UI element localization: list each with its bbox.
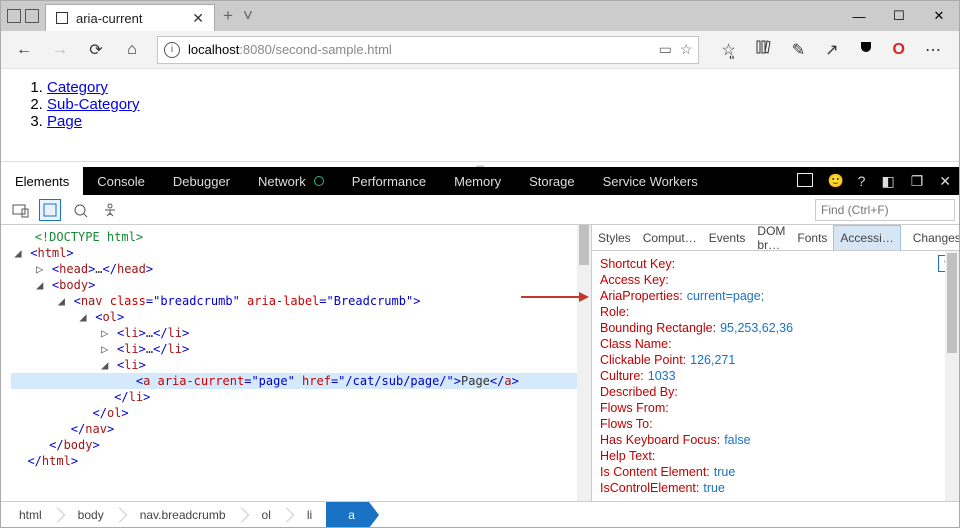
favorite-icon[interactable]: ☆ (680, 41, 693, 58)
crumb-nav[interactable]: nav.breadcrumb (118, 502, 240, 527)
address-box[interactable]: i localhost:8080/second-sample.html ▭ ☆ (157, 36, 699, 64)
side-tabs: Styles Comput… Events DOM br… Fonts Acce… (592, 225, 959, 251)
url-bar: ← → ⟳ ⌂ i localhost:8080/second-sample.h… (1, 31, 959, 69)
accessibility-tree-icon[interactable] (99, 199, 121, 221)
feedback-icon[interactable]: 🙂 (821, 173, 849, 189)
color-picker-icon[interactable] (69, 199, 91, 221)
browser-tab[interactable]: aria-current ✕ (45, 4, 215, 31)
devtab-network[interactable]: Network (244, 167, 338, 195)
dom-breadcrumb-bar: html body nav.breadcrumb ol li a (1, 501, 959, 527)
reading-list-icon[interactable] (756, 40, 772, 59)
site-info-icon[interactable]: i (164, 42, 180, 58)
window-maximize-button[interactable]: ☐ (879, 1, 919, 31)
side-tab-changes[interactable]: Changes (907, 225, 959, 250)
devtab-performance[interactable]: Performance (338, 167, 440, 195)
dom-tree-panel[interactable]: <!DOCTYPE html> ◢ <html> ▷ <head>…</head… (1, 225, 591, 501)
find-input[interactable]: Find (Ctrl+F) (815, 199, 955, 221)
page-link-page[interactable]: Page (47, 113, 82, 130)
devtab-service-workers[interactable]: Service Workers (589, 167, 712, 195)
devtab-memory[interactable]: Memory (440, 167, 515, 195)
side-tab-styles[interactable]: Styles (592, 225, 637, 250)
tab-chevron-icon[interactable]: ˅ (243, 6, 253, 26)
crumb-html[interactable]: html (1, 502, 56, 527)
side-tab-accessibility[interactable]: Accessi… (833, 225, 900, 250)
elements-toolbar: Find (Ctrl+F) (1, 195, 959, 225)
side-panel: Styles Comput… Events DOM br… Fonts Acce… (591, 225, 959, 501)
undock-icon[interactable]: ❐ (903, 173, 932, 190)
tab-title: aria-current (76, 11, 184, 26)
opera-icon[interactable]: O (893, 41, 905, 59)
accessibility-body[interactable]: ▾ Shortcut Key: Access Key: AriaProperti… (592, 251, 959, 501)
tabs-overview-icon[interactable] (7, 9, 21, 23)
side-tab-fonts[interactable]: Fonts (791, 225, 833, 250)
reading-view-icon[interactable]: ▭ (659, 41, 672, 58)
url-text: localhost:8080/second-sample.html (188, 42, 651, 57)
home-button[interactable]: ⌂ (117, 36, 147, 64)
crumb-body[interactable]: body (56, 502, 118, 527)
dock-icon[interactable]: ◧ (873, 173, 902, 190)
side-tab-computed[interactable]: Comput… (637, 225, 703, 250)
fav-list-icon[interactable]: ☆͈ (721, 40, 735, 60)
page-link-subcategory[interactable]: Sub-Category (47, 96, 140, 113)
crumb-a[interactable]: a (326, 502, 369, 527)
tab-close-icon[interactable]: ✕ (192, 10, 204, 27)
forward-button[interactable]: → (45, 36, 75, 64)
devtools-close-icon[interactable]: ✕ (931, 173, 959, 190)
select-element-icon[interactable] (39, 199, 61, 221)
devtab-debugger[interactable]: Debugger (159, 167, 244, 195)
dom-scrollbar[interactable] (577, 225, 591, 501)
console-pin-icon[interactable] (789, 173, 821, 190)
crumb-li[interactable]: li (285, 502, 326, 527)
device-emulation-icon[interactable] (9, 199, 31, 221)
window-close-button[interactable]: ✕ (919, 1, 959, 31)
refresh-button[interactable]: ⟳ (81, 36, 111, 64)
notes-icon[interactable]: ✎ (792, 40, 805, 60)
new-tab-icon[interactable]: + (223, 6, 233, 26)
window-minimize-button[interactable]: — (839, 1, 879, 31)
back-button[interactable]: ← (9, 36, 39, 64)
help-icon[interactable]: ? (850, 173, 874, 189)
page-content: Category Sub-Category Page (1, 69, 959, 161)
devtab-elements[interactable]: Elements (1, 167, 83, 195)
page-icon (56, 12, 68, 24)
side-tab-events[interactable]: Events (703, 225, 752, 250)
window-titlebar: aria-current ✕ + ˅ — ☐ ✕ (1, 1, 959, 31)
page-link-category[interactable]: Category (47, 79, 108, 96)
share-icon[interactable]: ↗ (825, 40, 838, 60)
more-icon[interactable]: ⋯ (925, 40, 941, 60)
devtab-console[interactable]: Console (83, 167, 159, 195)
pocket-icon[interactable] (859, 40, 873, 59)
devtab-storage[interactable]: Storage (515, 167, 589, 195)
devtools-tabbar: Elements Console Debugger Network Perfor… (1, 167, 959, 195)
set-aside-tabs-icon[interactable] (25, 9, 39, 23)
side-tab-dom[interactable]: DOM br… (751, 225, 791, 250)
crumb-ol[interactable]: ol (240, 502, 285, 527)
side-scrollbar[interactable] (945, 251, 959, 501)
